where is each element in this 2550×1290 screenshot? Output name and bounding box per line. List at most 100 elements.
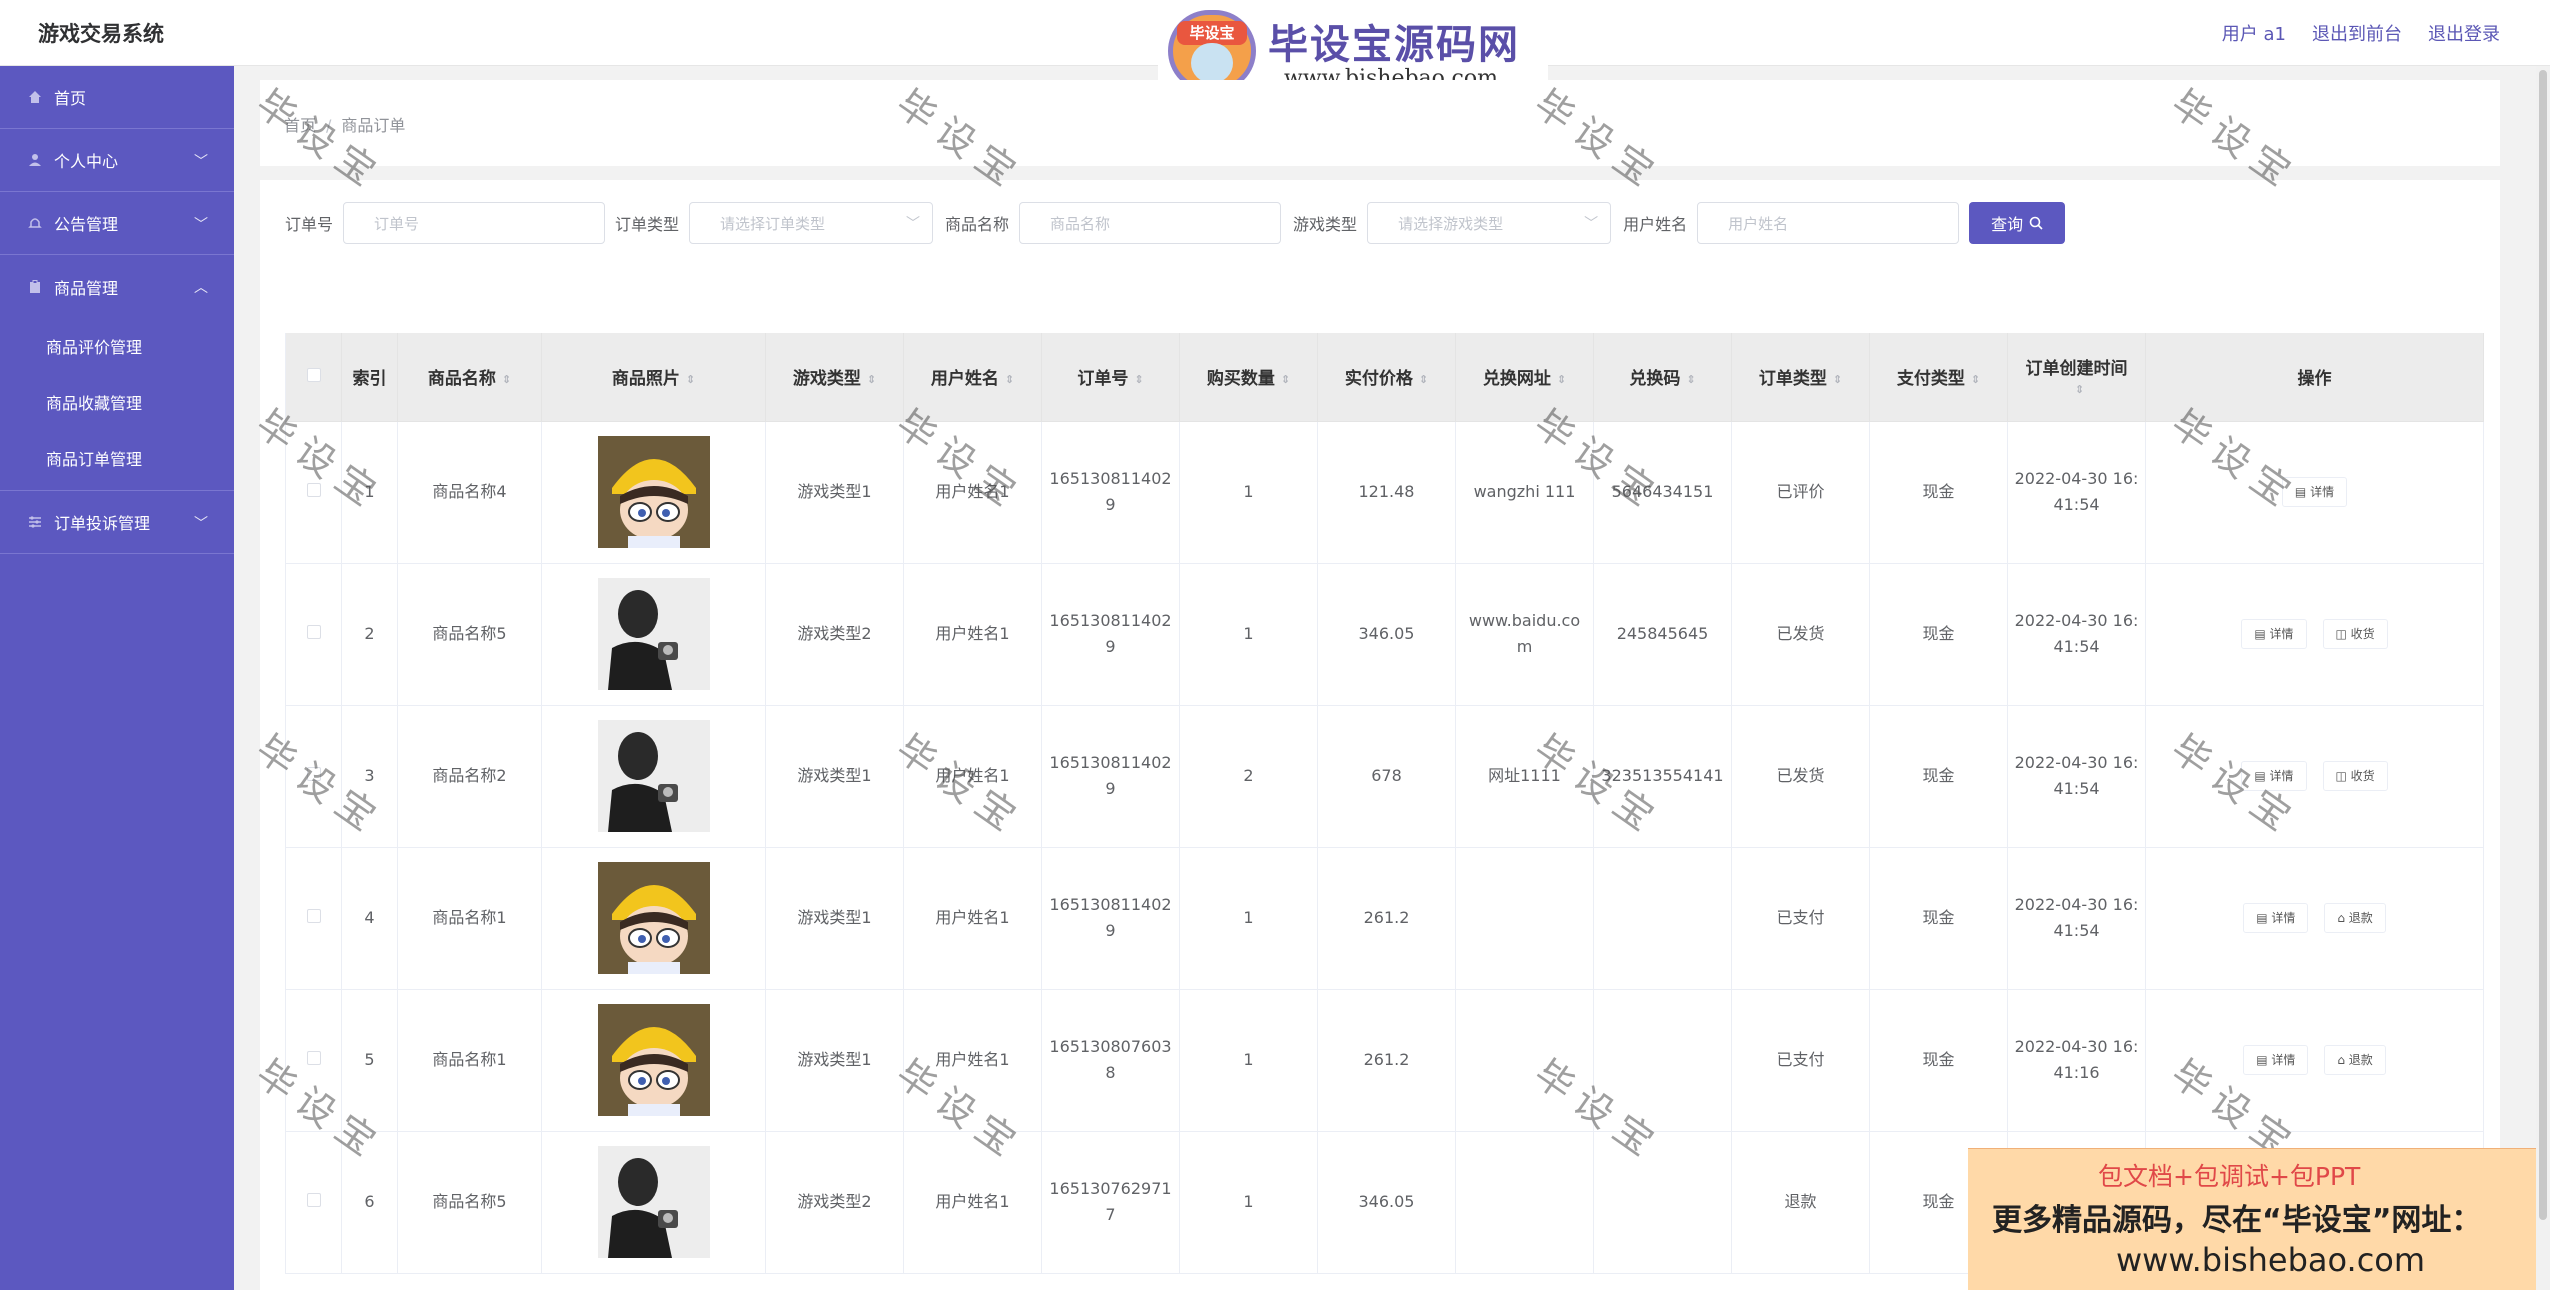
row-checkbox[interactable]: [306, 767, 321, 781]
home-icon: [29, 91, 41, 103]
cell-game: 游戏类型2: [765, 563, 904, 706]
detail-button[interactable]: ▤ 详情: [2281, 477, 2348, 507]
query-button[interactable]: 查询: [1969, 202, 2066, 244]
game-type-select[interactable]: 请选择游戏类型 ﹀: [1367, 202, 1612, 244]
back-to-front-link[interactable]: 退出到前台: [2312, 20, 2402, 46]
cell-order: 1651308114029: [1041, 421, 1180, 564]
cell-code: 323513554141: [1593, 705, 1732, 848]
select-all-checkbox[interactable]: [306, 367, 321, 382]
sort-icon[interactable]: ⇕: [1557, 373, 1566, 386]
row-checkbox-cell[interactable]: [285, 989, 342, 1132]
table-row[interactable]: 4 商品名称1 游戏类型1 用户姓名1 1651308114029 1 261.2 已支付 现金…: [285, 847, 2484, 990]
goods-photo-cartoon: [597, 862, 710, 974]
col-header-redeem-code[interactable]: 兑换码 ⇕: [1593, 333, 1732, 422]
row-checkbox-cell[interactable]: [285, 421, 342, 564]
cell-code: 245845645: [1593, 563, 1732, 706]
ad-banner[interactable]: 包文档+包调试+包PPT 更多精品源码，尽在“毕设宝”网址： www.bishe…: [1968, 1148, 2550, 1290]
cell-index: 1: [341, 421, 398, 564]
page-scrollbar[interactable]: [2536, 66, 2550, 1290]
row-checkbox-cell[interactable]: [285, 563, 342, 706]
table-row[interactable]: 2 商品名称5 游戏类型2 用户姓名1 1651308114029 1 346.05 www.…: [285, 563, 2484, 706]
col-header-order-type[interactable]: 订单类型 ⇕: [1731, 333, 1870, 422]
detail-button[interactable]: ▤ 详情: [2243, 903, 2309, 933]
goods-name-input[interactable]: 商品名称: [1019, 202, 1282, 244]
detail-button[interactable]: ▤ 详情: [2241, 761, 2307, 791]
row-checkbox-cell[interactable]: [285, 1131, 342, 1274]
breadcrumb-home[interactable]: 首页: [284, 116, 316, 135]
row-checkbox-cell[interactable]: [285, 847, 342, 990]
cell-order: 1651308114029: [1041, 847, 1180, 990]
col-header-goods-name[interactable]: 商品名称 ⇕: [397, 333, 542, 422]
sort-icon[interactable]: ⇕: [1419, 373, 1428, 386]
sort-icon[interactable]: ⇕: [502, 373, 511, 386]
col-header-price[interactable]: 实付价格 ⇕: [1317, 333, 1456, 422]
sort-icon[interactable]: ⇕: [867, 373, 876, 386]
detail-button[interactable]: ▤ 详情: [2241, 619, 2307, 649]
goods-photo-cartoon: [597, 1004, 710, 1116]
refund-button[interactable]: ⌂ 退款: [2324, 1045, 2386, 1075]
row-checkbox[interactable]: [306, 483, 321, 497]
row-checkbox[interactable]: [306, 625, 321, 639]
col-header-redeem-url[interactable]: 兑换网址 ⇕: [1455, 333, 1594, 422]
sidebar-subitem-goods-order[interactable]: 商品订单管理: [0, 430, 234, 486]
table-row[interactable]: 3 商品名称2 游戏类型1 用户姓名1 1651308114029 2 678 网址1111 3…: [285, 705, 2484, 848]
current-user-link[interactable]: 用户 a1: [2222, 20, 2286, 46]
sort-icon[interactable]: ⇕: [1134, 373, 1143, 386]
scrollbar-thumb[interactable]: [2539, 70, 2547, 1220]
sort-icon[interactable]: ⇕: [2075, 383, 2084, 396]
receive-button[interactable]: ◫ 收货: [2322, 761, 2388, 791]
cell-pay: 现金: [1869, 563, 2008, 706]
sidebar-item-label: 个人中心: [54, 152, 119, 171]
sidebar-item-goods[interactable]: 商品管理 ︿: [0, 255, 234, 318]
cell-photo: [541, 1131, 766, 1274]
sidebar-item-personal[interactable]: 个人中心 ﹀: [0, 129, 234, 192]
breadcrumb-current: 商品订单: [341, 116, 406, 135]
order-no-placeholder: 订单号: [374, 214, 420, 233]
cell-code: [1593, 989, 1732, 1132]
cell-type: 已评价: [1731, 421, 1870, 564]
sidebar-item-complaint[interactable]: 订单投诉管理 ﹀: [0, 491, 234, 554]
col-header-game-type[interactable]: 游戏类型 ⇕: [765, 333, 904, 422]
app-title: 游戏交易系统: [38, 22, 164, 46]
cell-url: [1455, 1131, 1594, 1274]
cell-time: 2022-04-30 16:41:54: [2007, 563, 2146, 706]
row-checkbox[interactable]: [306, 909, 321, 923]
sidebar-item-home[interactable]: 首页: [0, 66, 234, 129]
sort-icon[interactable]: ⇕: [1971, 373, 1980, 386]
row-checkbox-cell[interactable]: [285, 705, 342, 848]
col-header-goods-photo[interactable]: 商品照片 ⇕: [541, 333, 766, 422]
cell-type: 退款: [1731, 1131, 1870, 1274]
receive-button[interactable]: ◫ 收货: [2322, 619, 2388, 649]
order-type-select[interactable]: 请选择订单类型 ﹀: [689, 202, 934, 244]
select-all-checkbox-cell[interactable]: [285, 333, 342, 422]
sort-icon[interactable]: ⇕: [686, 373, 695, 386]
col-header-pay-type[interactable]: 支付类型 ⇕: [1869, 333, 2008, 422]
col-header-quantity[interactable]: 购买数量 ⇕: [1179, 333, 1318, 422]
col-header-user-name[interactable]: 用户姓名 ⇕: [903, 333, 1042, 422]
cell-pay: 现金: [1869, 847, 2008, 990]
user-name-input[interactable]: 用户姓名: [1697, 202, 1960, 244]
detail-button[interactable]: ▤ 详情: [2243, 1045, 2309, 1075]
sort-icon[interactable]: ⇕: [1005, 373, 1014, 386]
cell-order: 1651308076038: [1041, 989, 1180, 1132]
table-row[interactable]: 1 商品名称4 游戏类型1 用户姓名1 1651308114029 1 121.48 wang…: [285, 421, 2484, 564]
sort-icon[interactable]: ⇕: [1833, 373, 1842, 386]
chevron-down-icon: ﹀: [906, 216, 921, 232]
table-header-row: 索引 商品名称 ⇕ 商品照片 ⇕ 游戏类型 ⇕ 用户姓名 ⇕ 订单号 ⇕ 购买数量 ⇕ 实付…: [285, 333, 2484, 422]
col-header-order-no[interactable]: 订单号 ⇕: [1041, 333, 1180, 422]
row-checkbox[interactable]: [306, 1193, 321, 1207]
sidebar-subitem-goods-review[interactable]: 商品评价管理: [0, 318, 234, 374]
sort-icon[interactable]: ⇕: [1281, 373, 1290, 386]
cell-pay: 现金: [1869, 421, 2008, 564]
sidebar-subitem-goods-favorite[interactable]: 商品收藏管理: [0, 374, 234, 430]
refund-button[interactable]: ⌂ 退款: [2324, 903, 2386, 933]
col-header-create-time[interactable]: 订单创建时间 ⇕: [2007, 333, 2146, 422]
sidebar-item-notice[interactable]: 公告管理 ﹀: [0, 192, 234, 255]
logout-link[interactable]: 退出登录: [2428, 20, 2500, 46]
table-row[interactable]: 5 商品名称1 游戏类型1 用户姓名1 1651308076038 1 261.2 已支付 现金…: [285, 989, 2484, 1132]
cell-photo: [541, 705, 766, 848]
order-no-input[interactable]: 订单号: [343, 202, 606, 244]
sort-icon[interactable]: ⇕: [1686, 373, 1695, 386]
game-type-label: 游戏类型: [1293, 215, 1358, 234]
row-checkbox[interactable]: [306, 1051, 321, 1065]
